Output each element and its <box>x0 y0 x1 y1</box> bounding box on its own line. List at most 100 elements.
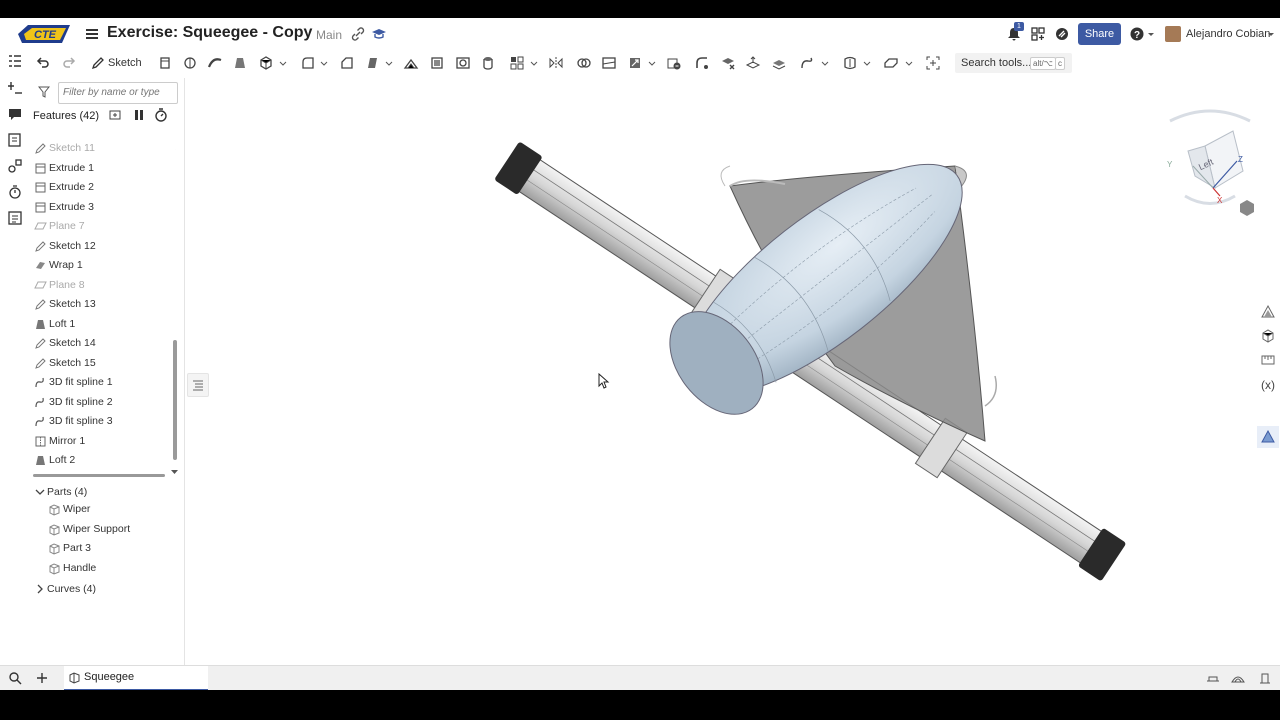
feature-item[interactable]: Plane 7 <box>33 217 171 236</box>
custom-features-icon[interactable]: (x) <box>1260 376 1276 392</box>
sheet-metal-icon[interactable] <box>883 55 899 71</box>
configurations-icon[interactable] <box>7 158 23 174</box>
dropdown-chevron-icon[interactable] <box>384 55 394 71</box>
modify-fillet-icon[interactable] <box>694 55 710 71</box>
delete-face-icon[interactable] <box>720 55 736 71</box>
feature-item[interactable]: Sketch 15 <box>33 354 171 373</box>
view-options-button[interactable] <box>1240 200 1255 216</box>
feature-item[interactable]: Sketch 14 <box>33 334 171 353</box>
thicken-tool-icon[interactable] <box>258 55 274 71</box>
feature-item[interactable]: Wrap 1 <box>33 256 171 275</box>
learning-center-icon[interactable] <box>1054 26 1070 42</box>
revolve-tool-icon[interactable] <box>182 55 198 71</box>
mass-properties-icon[interactable] <box>1260 328 1276 344</box>
feature-item[interactable]: Sketch 13 <box>33 295 171 314</box>
render-studio-icon[interactable] <box>1260 429 1276 445</box>
draft-tool-icon[interactable] <box>365 55 381 71</box>
chamfer-tool-icon[interactable] <box>339 55 355 71</box>
dropdown-chevron-icon[interactable] <box>862 55 872 71</box>
part-item[interactable]: Handle <box>48 559 168 578</box>
notes-icon[interactable] <box>7 132 23 148</box>
graphics-viewport[interactable]: Left Z Y X <box>185 76 1255 665</box>
parts-group-header[interactable]: Parts (4) <box>33 483 173 501</box>
add-folder-icon[interactable] <box>109 108 123 122</box>
help-icon[interactable]: ? <box>1129 26 1145 42</box>
feature-list-scrollbar[interactable] <box>173 340 177 460</box>
dropdown-chevron-icon[interactable] <box>278 55 288 71</box>
redo-icon[interactable] <box>61 55 77 71</box>
branch-label[interactable]: Main <box>316 28 342 42</box>
stopwatch-icon[interactable] <box>154 108 168 122</box>
feature-item[interactable]: Sketch 12 <box>33 237 171 256</box>
split-tool-icon[interactable] <box>601 55 617 71</box>
measure-panel-icon[interactable] <box>1260 352 1276 368</box>
feature-item[interactable]: Loft 2 <box>33 451 171 470</box>
feature-item[interactable]: 3D fit spline 1 <box>33 373 171 392</box>
feature-item[interactable]: Extrude 3 <box>33 198 171 217</box>
delete-part-icon[interactable] <box>666 55 682 71</box>
share-button[interactable]: Share <box>1078 23 1121 45</box>
scroll-down-arrow-icon[interactable] <box>170 468 179 476</box>
document-title[interactable]: Exercise: Squeegee - Copy <box>107 24 312 42</box>
user-avatar[interactable] <box>1165 26 1181 42</box>
search-tools-button[interactable]: Search tools... alt/⌥ c <box>955 53 1072 73</box>
part-item[interactable]: Wiper <box>48 500 168 519</box>
transform-tool-icon[interactable] <box>627 55 643 71</box>
link-icon[interactable] <box>350 26 366 42</box>
hamburger-menu-icon[interactable] <box>84 26 100 42</box>
sweep-tool-icon[interactable] <box>207 55 223 71</box>
named-views-icon[interactable] <box>1258 671 1272 685</box>
rib-tool-icon[interactable] <box>403 55 419 71</box>
horizontal-scrollbar[interactable] <box>33 474 165 477</box>
pause-rollback-icon[interactable] <box>132 108 146 122</box>
feature-item[interactable]: Loft 1 <box>33 315 171 334</box>
display-mode-icon[interactable] <box>1231 671 1245 685</box>
filter-icon[interactable] <box>38 86 50 98</box>
feature-item[interactable]: 3D fit spline 2 <box>33 393 171 412</box>
add-tab-icon[interactable] <box>35 671 49 685</box>
scroll-up-arrow-icon[interactable] <box>173 149 178 159</box>
move-face-icon[interactable] <box>745 55 761 71</box>
variable-table-icon[interactable] <box>7 80 23 96</box>
dropdown-chevron-icon[interactable] <box>820 55 830 71</box>
appearance-panel-icon[interactable] <box>1260 304 1276 320</box>
section-view-icon[interactable] <box>1206 671 1220 685</box>
user-menu-chevron-icon[interactable] <box>1266 26 1276 42</box>
dropdown-chevron-icon[interactable] <box>319 55 329 71</box>
boolean-tool-icon[interactable] <box>576 55 592 71</box>
dropdown-chevron-icon[interactable] <box>647 55 657 71</box>
help-dropdown-chevron-icon[interactable] <box>1146 26 1156 42</box>
cte-logo[interactable]: CTE <box>14 23 74 45</box>
part-item[interactable]: Wiper Support <box>48 520 168 539</box>
dropdown-chevron-icon[interactable] <box>529 55 539 71</box>
search-tabs-icon[interactable] <box>8 671 22 685</box>
replace-face-icon[interactable] <box>771 55 787 71</box>
sketch-button[interactable]: Sketch <box>88 54 144 72</box>
learning-cap-icon[interactable] <box>371 26 387 42</box>
curve-tool-icon[interactable] <box>799 55 815 71</box>
dropdown-chevron-icon[interactable] <box>904 55 914 71</box>
feature-item[interactable]: 3D fit spline 3 <box>33 412 171 431</box>
undo-icon[interactable] <box>35 55 51 71</box>
mate-connector-icon[interactable] <box>7 184 23 200</box>
cylinder-tool-icon[interactable] <box>480 55 496 71</box>
feature-list-icon[interactable] <box>7 53 23 69</box>
view-cube[interactable]: Left Z Y X <box>1167 109 1251 205</box>
loft-tool-icon[interactable] <box>232 55 248 71</box>
shell-tool-icon[interactable] <box>429 55 445 71</box>
add-custom-feature-icon[interactable] <box>925 55 941 71</box>
extrude-tool-icon[interactable] <box>157 55 173 71</box>
comments-icon[interactable] <box>7 106 23 122</box>
curves-group-header[interactable]: Curves (4) <box>33 580 173 598</box>
feature-item[interactable]: Mirror 1 <box>33 432 171 451</box>
filter-box[interactable] <box>58 82 178 104</box>
part-item[interactable]: Part 3 <box>48 539 168 558</box>
feature-item[interactable]: Extrude 1 <box>33 159 171 178</box>
user-name[interactable]: Alejandro Cobian <box>1186 28 1270 40</box>
hole-tool-icon[interactable] <box>455 55 471 71</box>
mirror-tool-icon[interactable] <box>548 55 564 71</box>
surface-tool-icon[interactable] <box>842 55 858 71</box>
feature-item[interactable]: Plane 8 <box>33 276 171 295</box>
tab-squeegee[interactable]: Squeegee <box>64 666 208 690</box>
feature-item[interactable]: Extrude 2 <box>33 178 171 197</box>
